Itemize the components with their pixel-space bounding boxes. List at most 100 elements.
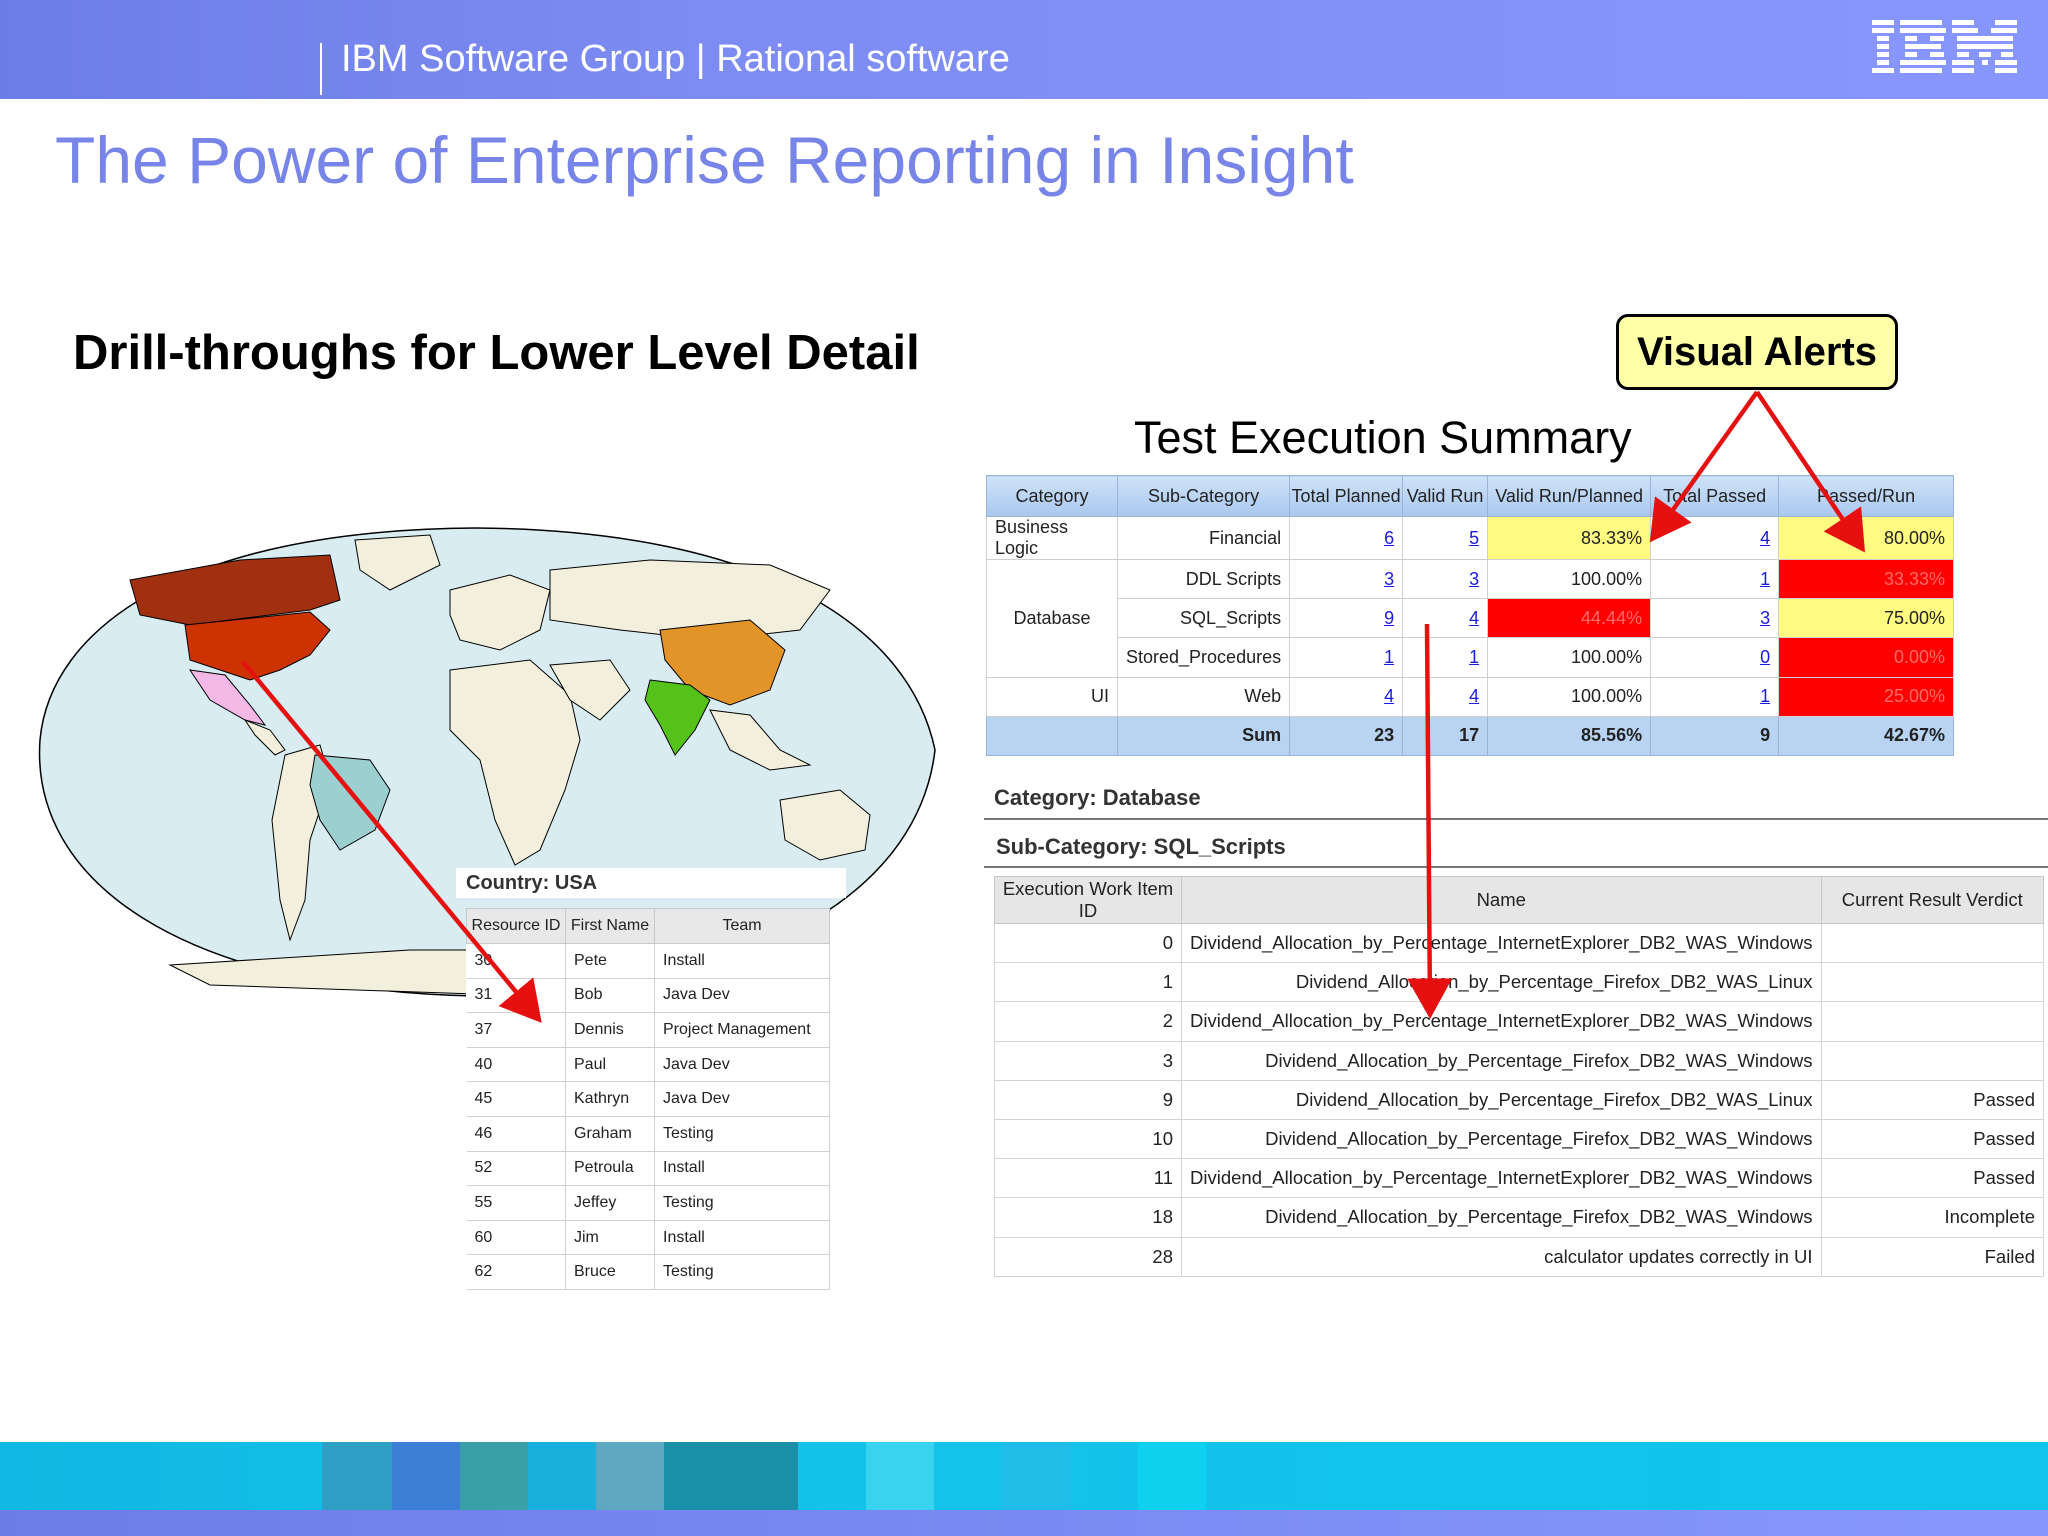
passed-run-cell: 80.00%	[1778, 516, 1954, 560]
footer-tile	[596, 1442, 664, 1510]
drill-link[interactable]: 3	[1760, 608, 1770, 628]
team-cell: Testing	[654, 1116, 830, 1152]
drill-link[interactable]: 4	[1384, 686, 1394, 706]
valid-run-planned-cell: 100.00%	[1487, 637, 1652, 678]
passed-run-cell: 25.00%	[1778, 676, 1954, 717]
drill-link[interactable]: 4	[1469, 686, 1479, 706]
table-row[interactable]: 52 Petroula Install	[466, 1151, 830, 1187]
valid-run-cell: 5	[1402, 516, 1489, 560]
first-name-cell: Pete	[565, 943, 655, 979]
drill-category-label: Category: Database	[994, 785, 1201, 810]
team-cell: Java Dev	[654, 1047, 830, 1083]
first-name-cell: Kathryn	[565, 1081, 655, 1117]
category-cell: UI	[986, 676, 1118, 717]
column-header[interactable]: Total Passed	[1650, 475, 1780, 517]
table-row[interactable]: 3 Dividend_Allocation_by_Percentage_Firef…	[994, 1040, 2044, 1081]
column-header[interactable]: Valid Run	[1402, 475, 1489, 517]
drill-link[interactable]: 3	[1384, 569, 1394, 589]
team-cell: Project Management	[654, 1012, 830, 1048]
footer-tile	[322, 1442, 392, 1510]
table-row[interactable]: 46 Graham Testing	[466, 1116, 830, 1152]
passed-run-cell: 33.33%	[1778, 558, 1954, 600]
drill-link[interactable]: 5	[1469, 528, 1479, 548]
sum-spacer-cell	[986, 715, 1118, 756]
people-table: Resource ID First Name Team 30 Pete Instal…	[466, 908, 830, 1290]
column-header[interactable]: Category	[986, 475, 1118, 517]
column-header[interactable]: Execution Work Item ID	[994, 876, 1182, 924]
team-cell: Install	[654, 943, 830, 979]
table-row[interactable]: 2 Dividend_Allocation_by_Percentage_Inter…	[994, 1001, 2044, 1042]
work-item-name-cell: Dividend_Allocation_by_Percentage_Firefo…	[1181, 1197, 1822, 1238]
work-items-table: Execution Work Item ID Name Current Resu…	[994, 876, 2044, 1277]
footer-tile	[1002, 1442, 1070, 1510]
column-header[interactable]: Name	[1181, 876, 1822, 924]
work-item-id-cell: 1	[994, 962, 1182, 1003]
category-cell: Database	[986, 559, 1118, 678]
work-item-name-cell: Dividend_Allocation_by_Percentage_Intern…	[1181, 922, 1822, 964]
table-row[interactable]: 10 Dividend_Allocation_by_Percentage_Fire…	[994, 1118, 2044, 1160]
drill-link[interactable]: 0	[1760, 647, 1770, 667]
column-header[interactable]: Valid Run/Planned	[1487, 475, 1652, 517]
table-row[interactable]: 40 Paul Java Dev	[466, 1047, 830, 1083]
work-item-name-cell: Dividend_Allocation_by_Percentage_Firefo…	[1181, 1079, 1822, 1120]
header-bar: IBM Software Group | Rational software	[0, 0, 2048, 99]
valid-run-cell: 3	[1402, 558, 1489, 600]
total-passed-cell: 1	[1650, 676, 1780, 717]
table-row[interactable]: 28 calculator updates correctly in UI Fail…	[994, 1236, 2044, 1277]
sum-label-cell: Sum	[1116, 715, 1291, 756]
sub-category-cell: Financial	[1116, 516, 1291, 560]
drill-link[interactable]: 4	[1469, 608, 1479, 628]
column-header[interactable]: Passed/Run	[1778, 475, 1954, 517]
sum-total-passed: 9	[1650, 715, 1780, 756]
table-row[interactable]: 45 Kathryn Java Dev	[466, 1081, 830, 1117]
drill-link[interactable]: 1	[1760, 686, 1770, 706]
resource-id-cell: 55	[466, 1185, 566, 1221]
table-row[interactable]: 60 Jim Install	[466, 1220, 830, 1256]
column-header[interactable]: Current Result Verdict	[1820, 876, 2044, 924]
table-row[interactable]: 62 Bruce Testing	[466, 1254, 830, 1290]
first-name-cell: Dennis	[565, 1012, 655, 1048]
total-passed-cell: 1	[1650, 558, 1780, 600]
table-row[interactable]: 9 Dividend_Allocation_by_Percentage_Firef…	[994, 1079, 2044, 1120]
slide-title: The Power of Enterprise Reporting in Ins…	[55, 123, 1354, 197]
slide-subtitle: Drill-throughs for Lower Level Detail	[73, 326, 920, 380]
first-name-cell: Jim	[565, 1220, 655, 1256]
total-passed-cell: 4	[1650, 516, 1780, 560]
drill-link[interactable]: 4	[1760, 528, 1770, 548]
team-cell: Install	[654, 1151, 830, 1187]
verdict-cell: Incomplete	[1820, 1197, 2044, 1238]
category-cell: Business Logic	[986, 516, 1118, 560]
drill-link[interactable]: 6	[1384, 528, 1394, 548]
verdict-cell: Passed	[1820, 1118, 2044, 1160]
table-row[interactable]: 30 Pete Install	[466, 943, 830, 979]
column-header[interactable]: Sub-Category	[1116, 475, 1291, 517]
team-cell: Testing	[654, 1254, 830, 1290]
table-row[interactable]: 11 Dividend_Allocation_by_Percentage_Inte…	[994, 1158, 2044, 1199]
table-row[interactable]: 55 Jeffey Testing	[466, 1185, 830, 1221]
header-separator	[320, 43, 322, 95]
work-item-id-cell: 3	[994, 1040, 1182, 1081]
team-cell: Java Dev	[654, 1081, 830, 1117]
valid-run-cell: 1	[1402, 637, 1489, 678]
drill-link[interactable]: 9	[1384, 608, 1394, 628]
drill-link[interactable]: 1	[1384, 647, 1394, 667]
work-item-id-cell: 28	[994, 1236, 1182, 1277]
total-planned-cell: 9	[1289, 598, 1404, 639]
table-row[interactable]: 1 Dividend_Allocation_by_Percentage_Firef…	[994, 962, 2044, 1003]
table-row[interactable]: 31 Bob Java Dev	[466, 978, 830, 1014]
sub-category-cell: Stored_Procedures	[1116, 637, 1291, 678]
column-header[interactable]: Total Planned	[1289, 475, 1404, 517]
table-row[interactable]: 37 Dennis Project Management	[466, 1012, 830, 1048]
drill-link[interactable]: 1	[1760, 569, 1770, 589]
column-header[interactable]: Resource ID	[466, 908, 566, 944]
header-group-text: IBM Software Group | Rational software	[341, 38, 1010, 80]
drill-link[interactable]: 3	[1469, 569, 1479, 589]
table-row[interactable]: 0 Dividend_Allocation_by_Percentage_Inter…	[994, 922, 2044, 964]
drill-subcategory-label: Sub-Category: SQL_Scripts	[996, 834, 1286, 859]
column-header[interactable]: First Name	[565, 908, 655, 944]
drill-link[interactable]: 1	[1469, 647, 1479, 667]
column-header[interactable]: Team	[654, 908, 830, 944]
work-item-name-cell: Dividend_Allocation_by_Percentage_Intern…	[1181, 1158, 1822, 1199]
table-row[interactable]: 18 Dividend_Allocation_by_Percentage_Fire…	[994, 1197, 2044, 1238]
valid-run-planned-cell: 100.00%	[1487, 676, 1652, 717]
